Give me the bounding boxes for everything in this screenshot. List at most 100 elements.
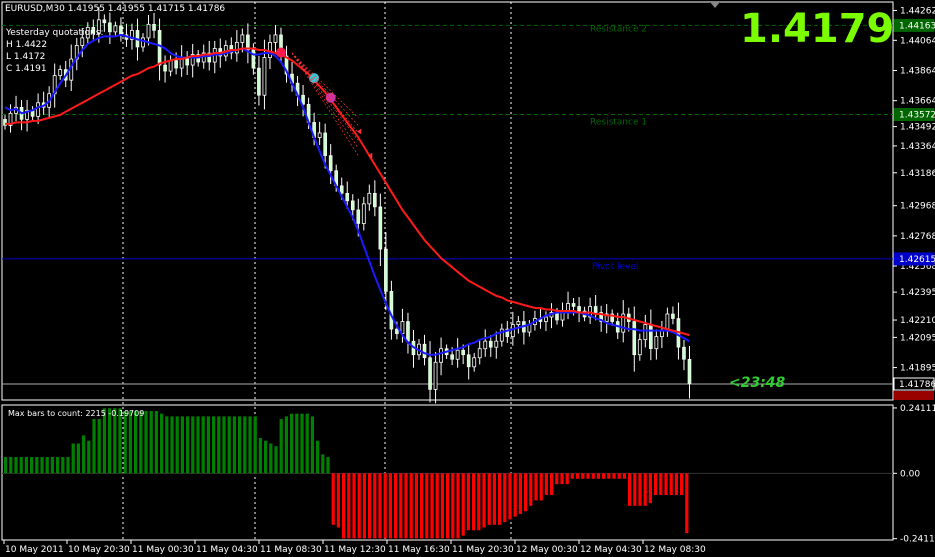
candle-body — [566, 303, 570, 312]
histogram-bar — [394, 473, 398, 539]
histogram-bar — [487, 473, 491, 525]
window-title: EURUSD,M30 1.41955 1.41955 1.41715 1.417… — [5, 4, 226, 14]
histogram-bar — [217, 416, 221, 474]
candle-body — [488, 340, 493, 348]
histogram-bar — [264, 440, 268, 474]
big-price-label: 1.4179 — [740, 6, 895, 52]
price-tick-label: 1.41895 — [900, 364, 935, 374]
candle-body — [516, 321, 521, 325]
candle-body — [58, 69, 63, 77]
candle-body — [262, 57, 267, 96]
histogram-bar — [243, 416, 247, 474]
candle-body — [422, 343, 427, 359]
histogram-bar — [40, 457, 44, 474]
histogram-bar — [14, 457, 18, 474]
yesterday-low: L 1.4172 — [6, 52, 46, 62]
histogram-bar — [472, 473, 476, 531]
yesterday-heading: Yesterday quotations: — [6, 28, 104, 38]
price-tick-label: 1.43364 — [900, 142, 935, 152]
histogram-bar — [196, 416, 200, 474]
histogram-bar — [316, 440, 320, 474]
histogram-bar — [212, 416, 216, 474]
candle-body — [472, 357, 477, 368]
candle-body — [251, 49, 256, 69]
candle-body — [439, 348, 443, 363]
histogram-bar — [586, 473, 590, 479]
histogram-bar — [76, 443, 80, 474]
price-tick-label: 1.43186 — [900, 169, 935, 179]
histogram-bar — [253, 416, 257, 474]
price-tag-current-label: 1.41786 — [899, 380, 935, 390]
histogram-bar — [633, 473, 637, 506]
osc-tick-label: -0.24111 — [900, 535, 935, 545]
candle-body — [593, 306, 598, 313]
histogram-bar — [269, 443, 273, 474]
histogram-bar — [248, 416, 252, 474]
chart-window[interactable]: Resistance 2 Resistance 1 Pivot level 1.44… — [0, 0, 935, 557]
horizontal-levels: Resistance 2 Resistance 1 Pivot level — [2, 24, 893, 385]
histogram-bar — [258, 438, 262, 474]
price-tag-pivot-label: 1.42615 — [899, 255, 935, 265]
histogram-bar — [35, 457, 39, 474]
histogram-bar — [492, 473, 496, 525]
osc-tick-label: 0.24111 — [900, 404, 935, 414]
histogram-bar — [97, 419, 101, 474]
histogram-bar — [290, 413, 294, 474]
scroll-arrow-icon[interactable] — [710, 2, 720, 8]
histogram-bar — [550, 473, 554, 495]
histogram-bar — [362, 473, 366, 539]
fan-line — [291, 52, 359, 119]
price-tick-label: 1.42095 — [900, 333, 935, 343]
candle-body — [174, 60, 178, 69]
candle-body — [146, 23, 151, 39]
candle-body — [317, 132, 322, 138]
histogram-bar — [508, 473, 512, 520]
histogram-bar — [61, 457, 65, 474]
candle-body — [682, 346, 686, 360]
histogram-bar — [160, 413, 164, 474]
resistance-2-label: Resistance 2 — [590, 24, 647, 34]
price-tick-label: 1.44064 — [900, 36, 935, 46]
candle-body — [428, 357, 432, 390]
histogram-bar — [383, 473, 387, 539]
candle-body — [654, 336, 659, 350]
histogram-bar — [165, 416, 169, 474]
candle-body — [637, 339, 642, 356]
candle-body — [36, 102, 41, 117]
histogram-bar — [388, 473, 392, 539]
histogram-bar — [430, 473, 434, 539]
histogram-bar — [659, 473, 663, 495]
histogram-bar — [149, 410, 153, 474]
price-tick-label: 1.42210 — [900, 316, 935, 326]
price-tag-resistance1-label: 1.43572 — [899, 111, 935, 121]
histogram-bar — [352, 473, 356, 539]
time-axis: 10 May 2011 10 May 20:30 11 May 00:30 11 Ma… — [3, 540, 706, 555]
histogram-bar — [581, 473, 585, 479]
candle-body — [632, 321, 637, 356]
histogram-bar — [9, 457, 13, 474]
histogram-bar — [664, 473, 668, 495]
histogram-bar — [617, 473, 621, 479]
chart-canvas[interactable]: Resistance 2 Resistance 1 Pivot level 1.44… — [0, 0, 935, 557]
price-tick-label: 1.42768 — [900, 232, 935, 242]
candle-body — [345, 193, 350, 202]
histogram-bar — [326, 457, 330, 474]
histogram-bar — [643, 473, 647, 506]
candle-body — [268, 42, 272, 58]
histogram-bar — [513, 473, 517, 517]
histogram-bar — [227, 416, 231, 474]
candle-body — [80, 37, 85, 46]
price-tick-label: 1.42968 — [900, 202, 935, 212]
histogram-bar — [638, 473, 642, 506]
candle-body — [483, 340, 488, 350]
candle-body — [339, 185, 344, 194]
price-tick-label: 1.42395 — [900, 288, 935, 298]
histogram-bar — [154, 410, 158, 474]
candle-body — [157, 30, 162, 66]
histogram-bar — [596, 473, 600, 479]
osc-tick-label: 0.00 — [900, 469, 920, 479]
price-tick-label: 1.43864 — [900, 66, 935, 76]
histogram-bar — [451, 473, 455, 539]
histogram-bar — [440, 473, 444, 539]
histogram-bar — [92, 419, 96, 474]
